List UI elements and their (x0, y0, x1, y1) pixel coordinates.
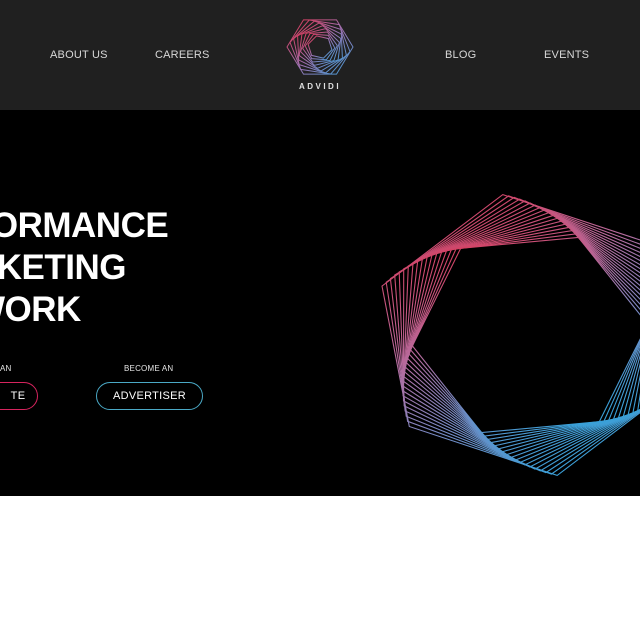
nav-careers[interactable]: CAREERS (155, 49, 210, 61)
headline-line: RKETING (0, 248, 127, 287)
logo-wordmark: ADVIDI (298, 82, 342, 91)
nav-events[interactable]: EVENTS (544, 49, 589, 61)
nav-blog[interactable]: BLOG (445, 49, 476, 61)
hero-headline: FORMANCE RKETING WORK (0, 205, 169, 331)
advidi-logo-icon (286, 19, 354, 75)
become-advertiser-button[interactable]: ADVERTISER (96, 382, 203, 410)
advertiser-cta-label: BECOME AN (124, 364, 174, 373)
become-publisher-button[interactable]: TE (0, 382, 38, 410)
advidi-logo[interactable]: ADVIDI (280, 12, 360, 96)
headline-line: FORMANCE (0, 206, 169, 245)
logo-line (286, 19, 354, 75)
abstract-line-art-icon (381, 193, 640, 477)
hero-section: FORMANCE RKETING WORK AN TE BECOME AN AD… (0, 110, 640, 496)
publisher-button-label: TE (10, 390, 26, 402)
publisher-cta-label: AN (0, 364, 12, 373)
logo-line (304, 33, 336, 61)
headline-line: WORK (0, 290, 81, 329)
nav-about-us[interactable]: ABOUT US (50, 49, 108, 61)
logo-line (307, 35, 333, 59)
site-header: ABOUT US CAREERS ADVIDI BLOG EVENTS (0, 0, 640, 110)
advertiser-button-label: ADVERTISER (112, 390, 187, 402)
logo-line (300, 28, 340, 66)
content-area (0, 496, 640, 640)
